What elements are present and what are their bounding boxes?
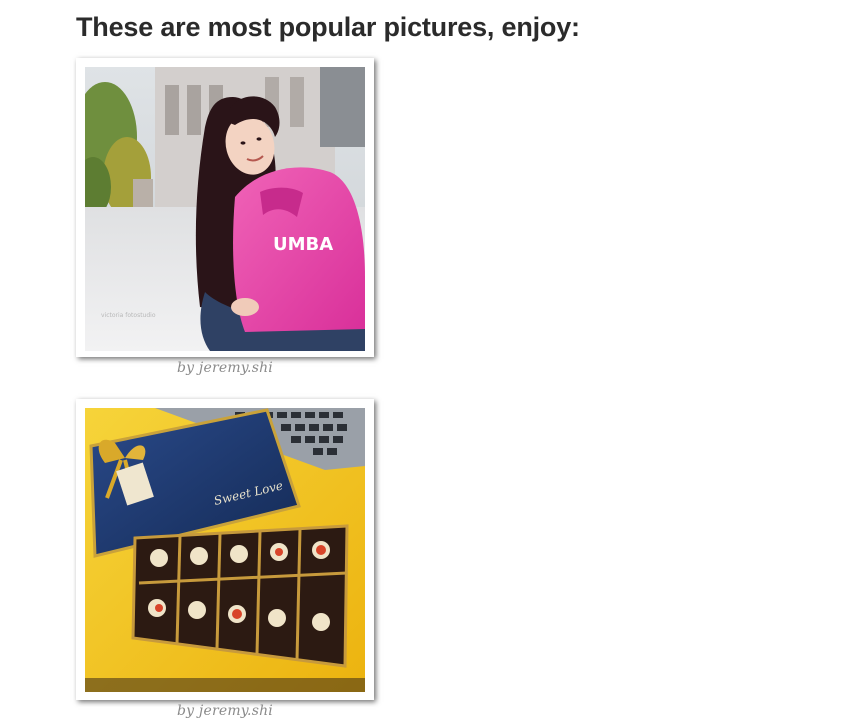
photo-girl-pink-hoodie[interactable]: UMBA victoria fotostudio bbox=[85, 67, 365, 351]
page: These are most popular pictures, enjoy: bbox=[0, 0, 866, 727]
photo-card: Sweet Love by jeremy.shi bbox=[76, 399, 374, 719]
photo-chocolate-box[interactable]: Sweet Love bbox=[85, 408, 365, 692]
photo-card: UMBA victoria fotostudio by jeremy.shi bbox=[76, 58, 374, 376]
hoodie-text: UMBA bbox=[273, 234, 333, 255]
photo-frame[interactable]: UMBA victoria fotostudio bbox=[76, 58, 374, 357]
photo-caption: by jeremy.shi bbox=[177, 360, 273, 376]
page-title: These are most popular pictures, enjoy: bbox=[76, 12, 580, 42]
photo-frame[interactable]: Sweet Love bbox=[76, 399, 374, 700]
photo-watermark: victoria fotostudio bbox=[101, 312, 156, 319]
photo-caption: by jeremy.shi bbox=[177, 703, 273, 719]
